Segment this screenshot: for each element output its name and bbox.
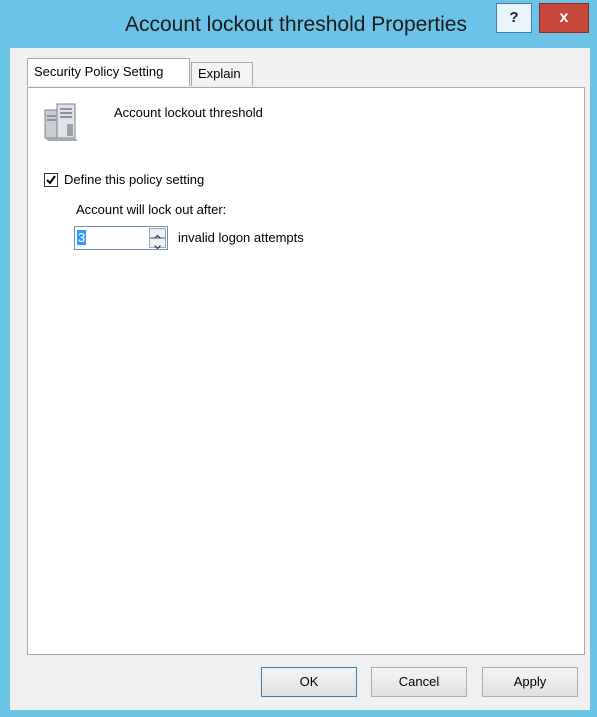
spin-down-button[interactable] bbox=[149, 238, 166, 250]
define-policy-checkbox[interactable] bbox=[44, 173, 58, 187]
checkmark-icon bbox=[46, 175, 56, 185]
attempts-spinner[interactable]: 3 bbox=[74, 226, 168, 250]
properties-dialog: Account lockout threshold Properties ? x… bbox=[0, 0, 597, 717]
tab-explain[interactable]: Explain bbox=[191, 62, 253, 86]
spin-up-button[interactable] bbox=[149, 228, 166, 239]
close-button[interactable]: x bbox=[539, 3, 589, 33]
define-policy-label[interactable]: Define this policy setting bbox=[64, 172, 204, 187]
lockout-label: Account will lock out after: bbox=[76, 202, 227, 217]
window-title: Account lockout threshold Properties bbox=[124, 13, 467, 36]
cancel-button[interactable]: Cancel bbox=[371, 667, 467, 697]
ok-button[interactable]: OK bbox=[261, 667, 357, 697]
help-button[interactable]: ? bbox=[496, 3, 532, 33]
apply-button[interactable]: Apply bbox=[482, 667, 578, 697]
policy-name: Account lockout threshold bbox=[114, 105, 263, 120]
server-policy-icon bbox=[43, 102, 79, 142]
attempts-input[interactable]: 3 bbox=[77, 230, 87, 245]
attempts-suffix-label: invalid logon attempts bbox=[178, 230, 304, 245]
chevron-down-icon bbox=[154, 245, 161, 250]
tab-panel: Account lockout threshold Define this po… bbox=[27, 87, 585, 655]
dialog-client-area: Security Policy Setting Explain Account … bbox=[10, 48, 590, 710]
title-bar[interactable]: Account lockout threshold Properties ? x bbox=[0, 0, 597, 48]
tab-security-policy-setting[interactable]: Security Policy Setting bbox=[27, 58, 190, 86]
